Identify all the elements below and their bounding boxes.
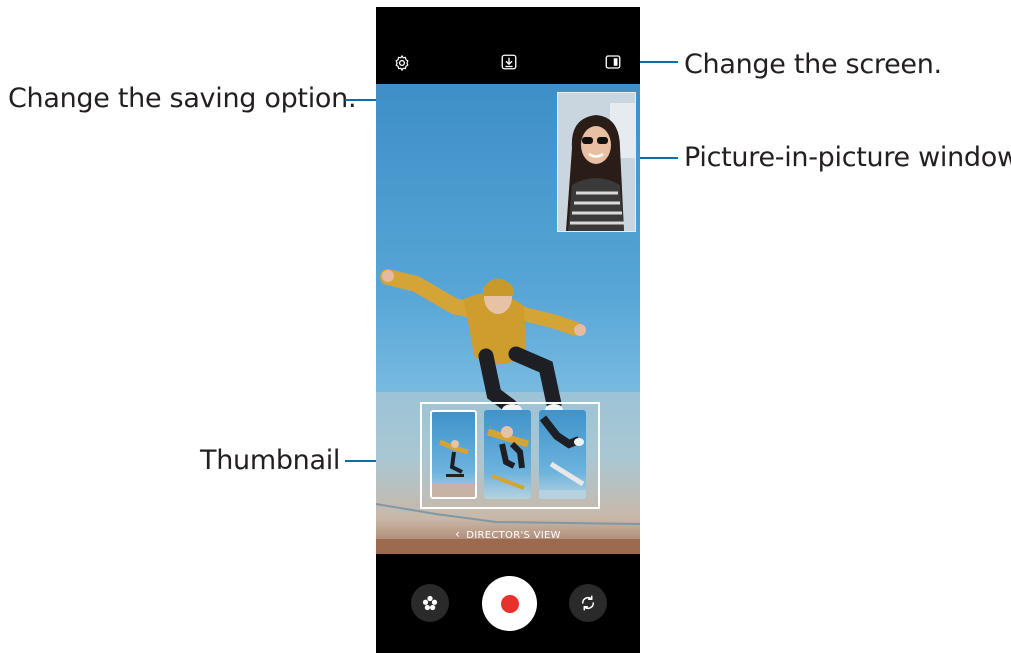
bottom-controls (376, 554, 640, 653)
top-toolbar (376, 7, 640, 84)
effects-icon (422, 595, 438, 611)
effects-button[interactable] (411, 584, 449, 622)
settings-icon[interactable] (390, 51, 414, 75)
callout-thumbnail: Thumbnail (200, 445, 341, 476)
record-button[interactable] (482, 576, 537, 631)
callout-saving-option: Change the saving option. (8, 83, 357, 114)
save-option-icon[interactable] (498, 51, 520, 73)
camera-viewfinder: ‹ DIRECTOR'S VIEW (376, 84, 640, 554)
switch-camera-button[interactable] (569, 584, 607, 622)
directors-view-toggle[interactable]: ‹ DIRECTOR'S VIEW (376, 527, 640, 541)
pip-window[interactable] (557, 92, 636, 232)
thumbnail-item[interactable] (484, 410, 531, 499)
switch-camera-icon (581, 595, 595, 611)
leader-pip-window (634, 157, 678, 159)
thumbnail-item[interactable] (539, 410, 586, 499)
callout-change-screen: Change the screen. (684, 49, 942, 80)
chevron-left-icon: ‹ (455, 527, 461, 541)
phone-screen: ‹ DIRECTOR'S VIEW (376, 7, 640, 653)
thumbnail-strip (420, 402, 600, 509)
pip-portrait-image (558, 93, 635, 231)
callout-pip-window: Picture-in-picture window (684, 142, 1011, 173)
directors-view-label: DIRECTOR'S VIEW (466, 530, 561, 541)
record-icon (500, 594, 519, 613)
screen-layout-icon[interactable] (602, 51, 624, 73)
thumbnail-item[interactable] (430, 410, 477, 499)
